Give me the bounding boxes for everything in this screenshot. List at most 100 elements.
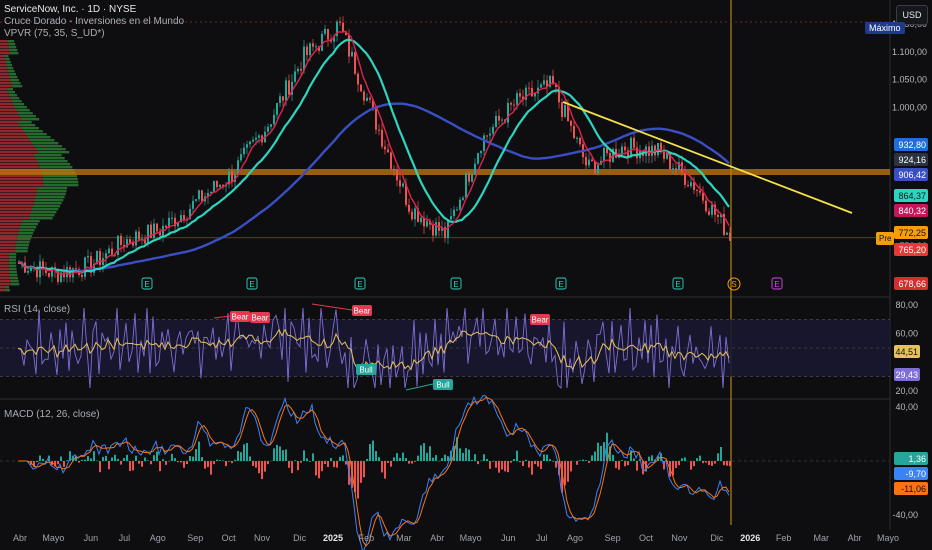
volume-bar-down — [0, 286, 5, 289]
volume-bar-up — [8, 91, 16, 94]
candle-body — [570, 120, 572, 126]
candle-body — [663, 151, 665, 159]
macd-hist-bar — [714, 461, 716, 464]
macd-hist-bar — [36, 461, 38, 463]
volume-bar-down — [0, 202, 34, 205]
macd-hist-bar — [633, 458, 635, 461]
x-axis-tick: Mar — [813, 533, 829, 543]
candle-body — [348, 35, 350, 57]
volume-bar-up — [16, 241, 30, 244]
candle-body — [540, 84, 542, 88]
volume-bar-down — [0, 106, 15, 109]
rsi-axis-tick: 60,00 — [895, 329, 918, 339]
macd-hist-bar — [177, 461, 179, 463]
macd-hist-bar — [60, 456, 62, 461]
rsi-signal-label: Bear — [354, 307, 371, 316]
macd-hist-bar — [570, 461, 572, 472]
macd-hist-bar — [294, 460, 296, 461]
volume-bar-up — [4, 55, 9, 58]
candle-body — [195, 199, 197, 201]
volume-bar-down — [0, 157, 36, 160]
candle-body — [366, 97, 368, 101]
candle-body — [483, 135, 485, 151]
macd-hist-bar — [210, 461, 212, 475]
volume-bar-down — [0, 190, 37, 193]
candle-body — [513, 104, 515, 106]
macd-hist-bar — [612, 454, 614, 461]
candle-body — [48, 273, 50, 277]
candle-body — [519, 93, 521, 97]
macd-hist-bar — [345, 461, 347, 465]
earnings-marker-label: E — [249, 280, 254, 289]
macd-hist-bar — [369, 444, 371, 461]
volume-bar-down — [0, 268, 10, 271]
price-tag: 765,20 — [894, 243, 928, 256]
chart-canvas[interactable]: 1.150,001.100,001.050,001.000,00750,0093… — [0, 0, 932, 550]
macd-hist-bar — [441, 458, 443, 461]
volume-bar-down — [0, 127, 22, 130]
macd-hist-bar — [543, 454, 545, 461]
volume-bar-down — [0, 163, 39, 166]
volume-bar-up — [10, 280, 19, 283]
macd-hist-bar — [591, 455, 593, 461]
indicator-cruce-dorado[interactable]: Cruce Dorado - Inversiones en el Mundo — [4, 16, 184, 28]
macd-hist-bar — [414, 461, 416, 462]
macd-hist-bar — [432, 457, 434, 461]
candle-body — [138, 231, 140, 240]
volume-bar-down — [0, 61, 6, 64]
macd-hist-bar — [327, 461, 329, 467]
candle-body — [258, 135, 260, 138]
macd-axis-tick: 40,00 — [895, 402, 918, 412]
volume-bar-up — [8, 253, 17, 256]
candle-body — [459, 199, 461, 210]
candle-body — [171, 217, 173, 219]
candle-body — [129, 239, 131, 243]
price-axis-tick: 1.100,00 — [892, 47, 927, 57]
candle-body — [192, 200, 194, 209]
volume-bar-up — [16, 109, 30, 112]
macd-hist-bar — [141, 461, 143, 467]
indicator-vpvr[interactable]: VPVR (75, 35, S_UD*) — [4, 28, 105, 40]
candle-body — [339, 21, 341, 23]
macd-hist-bar — [285, 449, 287, 461]
candle-body — [369, 97, 371, 100]
macd-hist-bar — [429, 446, 431, 461]
rsi-tag-label: 44,51 — [895, 347, 918, 357]
volume-bar-up — [5, 289, 10, 292]
volume-bar-up — [43, 184, 79, 187]
candle-body — [408, 204, 410, 212]
macd-hist-bar — [42, 458, 44, 461]
macd-hist-bar — [258, 461, 260, 474]
macd-hist-bar — [267, 461, 269, 465]
macd-hist-bar — [297, 461, 299, 471]
max-badge: Máximo — [865, 22, 905, 34]
macd-hist-bar — [102, 457, 104, 461]
macd-hist-bar — [150, 461, 152, 465]
macd-hist-bar — [537, 461, 539, 467]
candle-body — [591, 159, 593, 162]
rsi-signal-bear: Bear — [250, 312, 270, 323]
x-axis-tick: 2025 — [323, 533, 343, 543]
candle-body — [279, 96, 281, 103]
volume-bar-down — [0, 115, 20, 118]
volume-bar-up — [19, 115, 36, 118]
rsi-label[interactable]: RSI (14, close) — [4, 304, 70, 316]
volume-bar-down — [0, 166, 40, 169]
volume-bar-up — [29, 214, 55, 217]
volume-bar-down — [0, 64, 7, 67]
volume-bar-down — [0, 274, 10, 277]
macd-hist-bar — [240, 452, 242, 461]
candle-body — [360, 84, 362, 92]
macd-label[interactable]: MACD (12, 26, close) — [4, 409, 100, 421]
macd-hist-bar — [375, 450, 377, 461]
candle-body — [585, 157, 587, 166]
volume-bar-down — [0, 289, 6, 292]
volume-bar-up — [8, 43, 16, 46]
macd-hist-bar — [261, 461, 263, 480]
macd-hist-bar — [174, 458, 176, 461]
macd-hist-bar — [522, 461, 524, 466]
volume-bar-down — [0, 178, 43, 181]
candle-body — [357, 73, 359, 85]
candle-body — [399, 180, 401, 187]
macd-hist-bar — [342, 455, 344, 461]
